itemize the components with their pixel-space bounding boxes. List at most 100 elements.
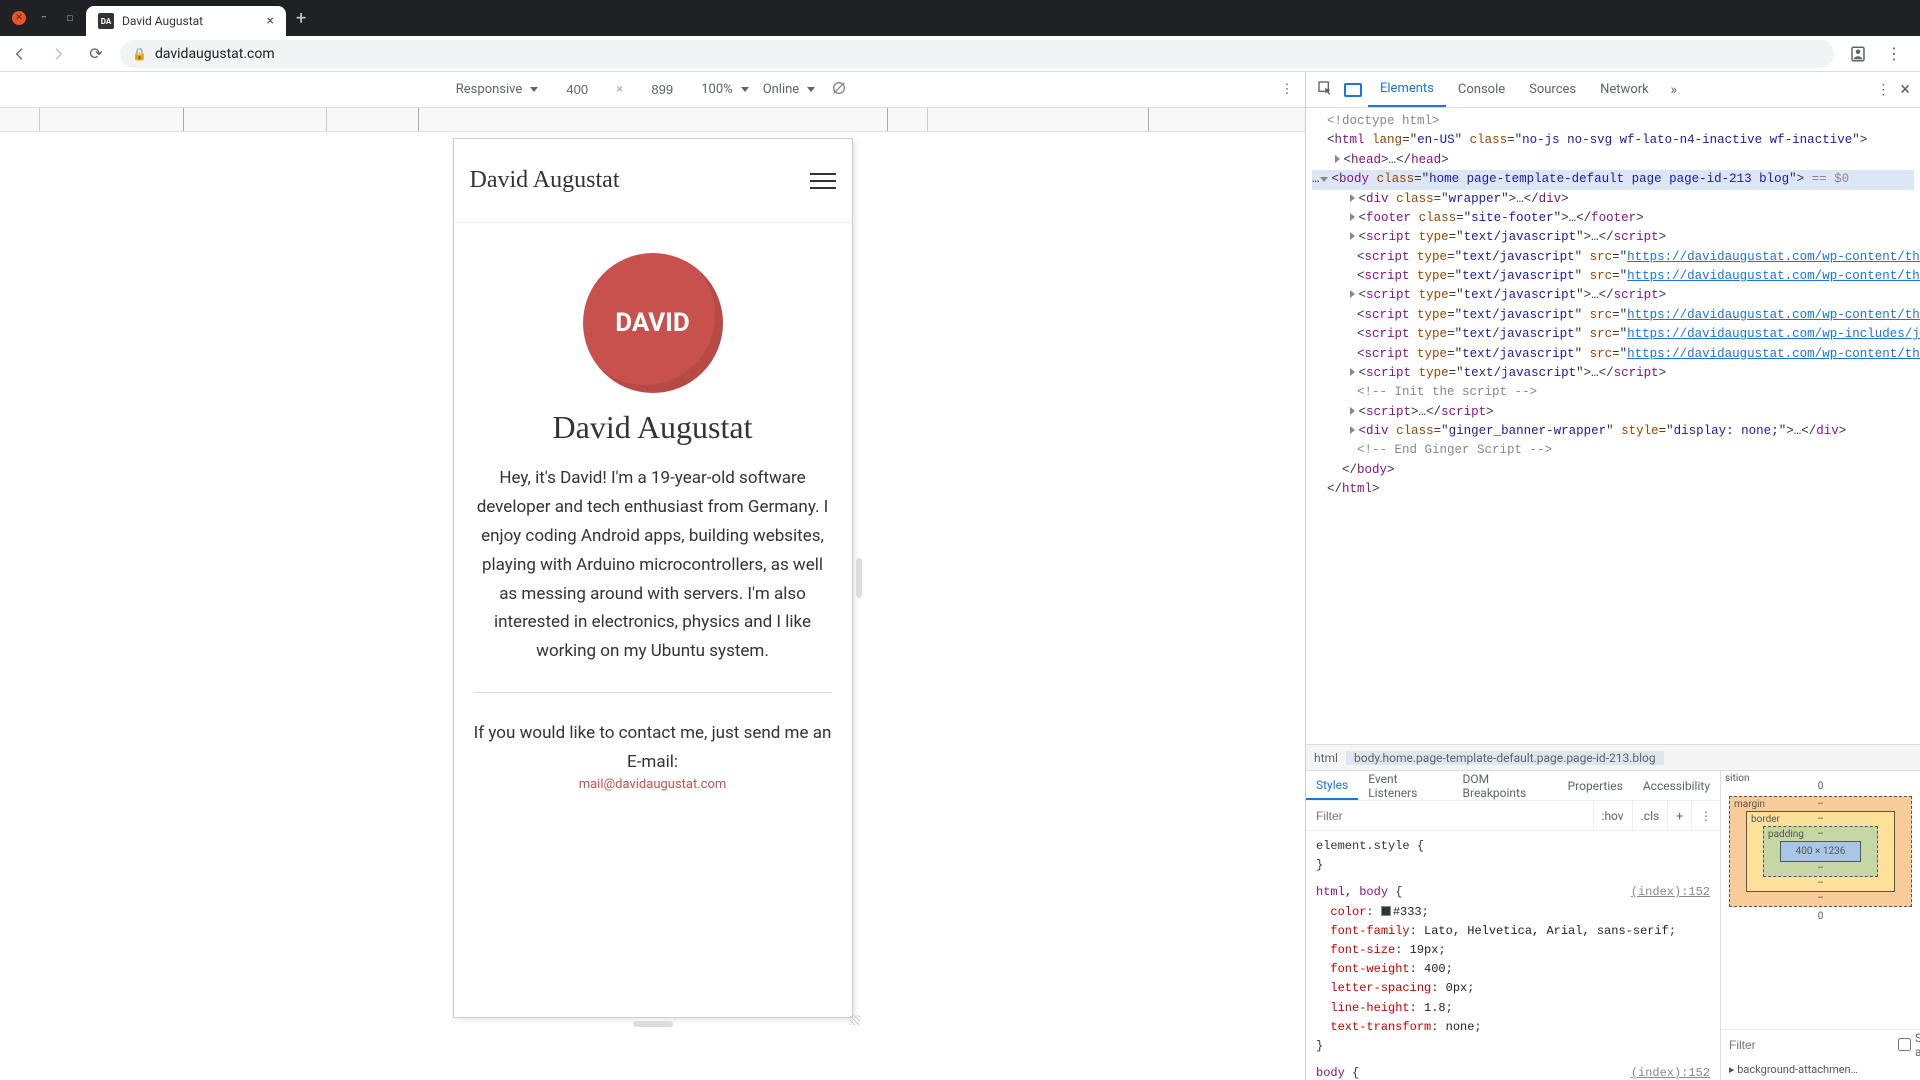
tree-line[interactable]: <script type="text/javascript" src="http… xyxy=(1312,267,1914,286)
browser-tab[interactable]: DA David Augustat × xyxy=(86,6,286,36)
site-body: DAVID David Augustat Hey, it's David! I'… xyxy=(454,223,852,822)
devtools-settings-icon[interactable]: ⋮ xyxy=(1870,82,1896,98)
tree-line[interactable]: <!-- End Ginger Script --> xyxy=(1312,441,1914,460)
inspect-element-icon[interactable] xyxy=(1312,80,1338,100)
tree-line[interactable]: <head>…</head> xyxy=(1312,151,1914,170)
hov-toggle[interactable]: :hov xyxy=(1593,801,1632,830)
zoom-label: 100% xyxy=(701,82,732,97)
subtab-accessibility[interactable]: Accessibility xyxy=(1633,771,1720,800)
computed-filter-input[interactable] xyxy=(1721,1038,1892,1052)
breadcrumb-item[interactable]: body.home.page-template-default.page.pag… xyxy=(1346,751,1664,765)
device-frame: David Augustat DAVID David Augustat Hey,… xyxy=(453,138,853,1018)
avatar-text: DAVID xyxy=(615,308,690,338)
resize-handle-right[interactable] xyxy=(856,558,862,598)
toggle-device-icon[interactable] xyxy=(1344,83,1362,97)
new-tab-button[interactable]: + xyxy=(286,8,316,29)
breadcrumb-item[interactable]: html xyxy=(1306,751,1346,765)
box-position-top: 0 xyxy=(1729,781,1912,792)
chevron-down-icon xyxy=(530,87,538,92)
devtools-panel: Elements Console Sources Network » ⋮ × <… xyxy=(1305,72,1920,1080)
profile-icon[interactable] xyxy=(1844,40,1872,68)
arrow-left-icon xyxy=(12,46,28,62)
tree-line[interactable]: <!-- Init the script --> xyxy=(1312,383,1914,402)
email-link[interactable]: mail@davidaugustat.com xyxy=(579,777,727,792)
resize-handle-bottom[interactable] xyxy=(633,1021,673,1027)
favicon-icon: DA xyxy=(98,13,114,29)
box-margin-label: margin xyxy=(1734,799,1765,810)
box-position-bottom: 0 xyxy=(1729,911,1912,922)
tree-line[interactable]: <footer class="site-footer">…</footer> xyxy=(1312,209,1914,228)
more-tabs-icon[interactable]: » xyxy=(1661,82,1687,98)
css-rule[interactable]: (index):152html, body { xyxy=(1316,883,1710,902)
box-border: border – padding – 400 × 1236 – – xyxy=(1746,811,1895,892)
menu-button[interactable]: ⋮ xyxy=(1880,40,1908,68)
device-mode-select[interactable]: Responsive xyxy=(456,82,539,97)
show-all-toggle[interactable]: Show all xyxy=(1892,1031,1920,1059)
tree-line[interactable]: </body> xyxy=(1312,461,1914,480)
computed-filter-row: Show all xyxy=(1721,1029,1920,1059)
tree-line[interactable]: <script type="text/javascript">…</script… xyxy=(1312,286,1914,305)
tab-console[interactable]: Console xyxy=(1446,72,1517,107)
resize-handle-corner[interactable] xyxy=(850,1015,860,1025)
new-style-rule[interactable]: + xyxy=(1667,801,1691,830)
tab-sources[interactable]: Sources xyxy=(1517,72,1588,107)
subtab-event-listeners[interactable]: Event Listeners xyxy=(1358,771,1452,800)
tree-line[interactable]: <div class="ginger_banner-wrapper" style… xyxy=(1312,422,1914,441)
breadcrumb[interactable]: html body.home.page-template-default.pag… xyxy=(1306,744,1920,770)
tree-line-selected[interactable]: …<body class="home page-template-default… xyxy=(1312,170,1914,189)
subtab-properties[interactable]: Properties xyxy=(1558,771,1633,800)
toolbar-right: ⋮ xyxy=(1844,40,1914,68)
forward-button xyxy=(44,40,72,68)
elements-tree[interactable]: <!doctype html> <html lang="en-US" class… xyxy=(1306,108,1920,744)
arrow-right-icon xyxy=(50,46,66,62)
styles-menu-icon[interactable]: ⋮ xyxy=(1691,801,1720,830)
back-button[interactable] xyxy=(6,40,34,68)
tree-line[interactable]: <script type="text/javascript" src="http… xyxy=(1312,325,1914,344)
styles-filter-input[interactable] xyxy=(1306,809,1593,823)
rotate-icon[interactable] xyxy=(829,80,849,100)
window-close-icon[interactable]: ✕ xyxy=(12,11,26,25)
tree-line[interactable]: <script type="text/javascript" src="http… xyxy=(1312,248,1914,267)
css-rule[interactable]: element.style { xyxy=(1316,837,1710,856)
tree-line[interactable]: <html lang="en-US" class="no-js no-svg w… xyxy=(1312,131,1914,150)
tab-strip: ✕ – □ DA David Augustat × + xyxy=(0,0,1920,36)
box-content: 400 × 1236 xyxy=(1780,841,1861,862)
network-select[interactable]: Online xyxy=(763,82,816,97)
reload-button[interactable]: ⟳ xyxy=(82,40,110,68)
device-toolbar-menu[interactable]: ⋮ xyxy=(1277,82,1297,97)
tree-line[interactable]: <script>…</script> xyxy=(1312,403,1914,422)
computed-partial[interactable]: ▸ background-attachmen… xyxy=(1721,1059,1920,1080)
subtab-styles[interactable]: Styles xyxy=(1306,771,1358,800)
window-controls: ✕ – □ xyxy=(4,0,86,36)
subtab-dom-breakpoints[interactable]: DOM Breakpoints xyxy=(1453,771,1558,800)
tree-line[interactable]: <script type="text/javascript">…</script… xyxy=(1312,364,1914,383)
zoom-select[interactable]: 100% xyxy=(701,82,748,97)
tree-line[interactable]: <!doctype html> xyxy=(1312,112,1914,131)
address-bar[interactable]: 🔒 davidaugustat.com xyxy=(120,40,1834,68)
chevron-down-icon xyxy=(807,87,815,92)
tab-elements[interactable]: Elements xyxy=(1368,72,1446,107)
url-text: davidaugustat.com xyxy=(155,46,275,62)
tab-network[interactable]: Network xyxy=(1588,72,1661,107)
tree-line[interactable]: </html> xyxy=(1312,480,1914,499)
tree-line[interactable]: <div class="wrapper">…</div> xyxy=(1312,190,1914,209)
contact-text: If you would like to contact me, just se… xyxy=(474,719,832,777)
tree-line[interactable]: <script type="text/javascript" src="http… xyxy=(1312,345,1914,364)
css-rules[interactable]: element.style { } (index):152html, body … xyxy=(1306,831,1720,1080)
devtools-close-icon[interactable]: × xyxy=(1896,79,1914,100)
viewport-width-input[interactable] xyxy=(552,82,602,97)
tab-title: David Augustat xyxy=(122,14,203,28)
cls-toggle[interactable]: .cls xyxy=(1632,801,1668,830)
dimension-separator: × xyxy=(616,82,623,97)
window-minimize-icon[interactable]: – xyxy=(36,10,52,26)
tree-line[interactable]: <script type="text/javascript">…</script… xyxy=(1312,228,1914,247)
ruler xyxy=(0,108,1305,132)
tree-line[interactable]: <script type="text/javascript" src="http… xyxy=(1312,306,1914,325)
viewport-height-input[interactable] xyxy=(637,82,687,97)
devtools-tabs: Elements Console Sources Network » ⋮ × xyxy=(1306,72,1920,108)
css-rule[interactable]: (index):152body { xyxy=(1316,1064,1710,1080)
window-maximize-icon[interactable]: □ xyxy=(62,10,78,26)
hamburger-menu-icon[interactable] xyxy=(810,173,836,189)
tab-close-icon[interactable]: × xyxy=(267,13,274,29)
box-margin: margin – border – padding – 400 × 1236 – xyxy=(1729,796,1912,907)
